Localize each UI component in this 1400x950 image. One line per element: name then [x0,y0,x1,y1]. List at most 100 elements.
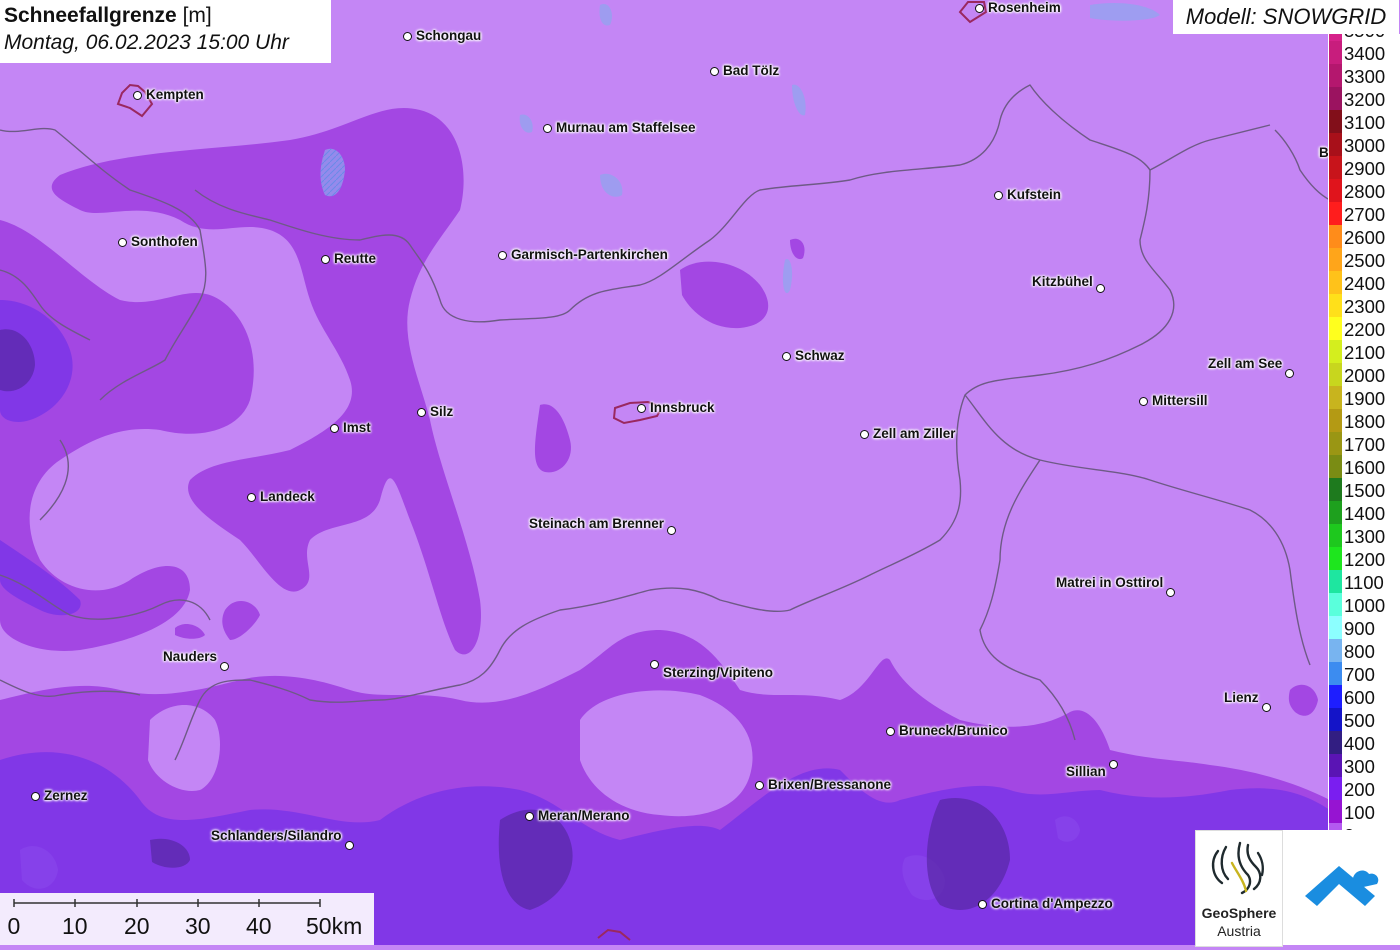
legend-label: 2200 [1344,319,1386,340]
city-label: Bad Tölz [723,63,780,78]
model-label: Modell: SNOWGRID [1173,0,1399,34]
legend-swatch [1329,225,1342,248]
city-label: Steinach am Brenner [529,516,665,531]
map-title: Schneefallgrenze [m] [4,3,327,29]
city-marker [220,662,229,671]
city-marker [994,191,1003,200]
city-marker [118,238,127,247]
map-datetime: Montag, 06.02.2023 15:00 Uhr [4,31,289,54]
legend-swatch [1329,363,1342,386]
city-label: Lienz [1224,690,1259,705]
city-label: Zell am Ziller [873,426,956,441]
city-marker [525,812,534,821]
legend-row: 1900 [1328,386,1400,409]
legend-row: 1800 [1328,409,1400,432]
legend-row: 300 [1328,754,1400,777]
legend-swatch [1329,248,1342,271]
legend-row: 100 [1328,800,1400,823]
legend-label: 2900 [1344,158,1386,179]
city-label: Cortina d'Ampezzo [991,896,1113,911]
city-marker [975,4,984,13]
legend-label: 1200 [1344,549,1386,570]
legend-swatch [1329,593,1342,616]
city-label: Sterzing/Vipiteno [663,665,774,680]
city-label: Nauders [163,649,218,664]
snowfall-limit-map [0,0,1400,945]
legend-swatch [1329,87,1342,110]
legend-swatch [1329,156,1342,179]
legend-swatch [1329,639,1342,662]
legend-swatch [1329,547,1342,570]
scale-label: 50km [306,913,363,939]
city-label: Schongau [416,28,482,43]
legend-label: 3000 [1344,135,1386,156]
legend-row: 3300 [1328,64,1400,87]
city-marker [755,781,764,790]
legend-row: 400 [1328,731,1400,754]
legend-label: 300 [1344,756,1375,777]
legend-swatch [1329,685,1342,708]
city-label: Garmisch-Partenkirchen [511,247,668,262]
legend-row: 2300 [1328,294,1400,317]
legend-label: 200 [1344,779,1375,800]
city-label: Silz [430,404,454,419]
city-label: Bruneck/Brunico [899,723,1008,738]
map-title-main: Schneefallgrenze [4,4,177,27]
scale-label: 0 [7,913,21,939]
city-marker [978,900,987,909]
city-marker [782,352,791,361]
legend-label: 3400 [1344,43,1386,64]
city-marker [345,841,354,850]
city-label: Kitzbühel [1032,274,1093,289]
city-label: Brixen/Bressanone [768,777,892,792]
city-label: Innsbruck [650,400,715,415]
legend-row: 2600 [1328,225,1400,248]
city-label: Kufstein [1007,187,1061,202]
legend-swatch [1329,64,1342,87]
legend-label: 3200 [1344,89,1386,110]
legend-row: 900 [1328,616,1400,639]
city-marker [710,67,719,76]
legend-row: 700 [1328,662,1400,685]
legend-label: 2400 [1344,273,1386,294]
legend-swatch [1329,524,1342,547]
legend-swatch [1329,317,1342,340]
legend-swatch [1329,110,1342,133]
legend-swatch [1329,455,1342,478]
scale-label: 40 [246,913,272,939]
legend-label: 2300 [1344,296,1386,317]
cloud-arrow-icon [1305,866,1379,906]
legend-row: 3200 [1328,87,1400,110]
geosphere-logo: GeoSphere Austria [1195,830,1283,947]
city-label: Schlanders/Silandro [211,828,342,843]
city-label: Landeck [260,489,315,504]
legend-swatch [1329,731,1342,754]
city-label: Zernez [44,788,88,803]
legend-row: 3500 [1328,34,1400,41]
legend-label: 1300 [1344,526,1386,547]
legend-label: 2700 [1344,204,1386,225]
city-marker [330,424,339,433]
city-marker [498,251,507,260]
geosphere-emblem-icon [1211,841,1264,895]
legend-row: 1500 [1328,478,1400,501]
legend-row: 500 [1328,708,1400,731]
legend-row: 1700 [1328,432,1400,455]
city-label: Sonthofen [131,234,198,249]
legend-label: 2600 [1344,227,1386,248]
legend-swatch [1329,777,1342,800]
legend-label: 800 [1344,641,1375,662]
scale-label: 30 [185,913,211,939]
city-label: Schwaz [795,348,845,363]
city-marker [1109,760,1118,769]
city-marker [31,792,40,801]
legend-label: 600 [1344,687,1375,708]
legend-swatch [1329,754,1342,777]
city-marker [637,404,646,413]
scale-label: 10 [62,913,88,939]
geosphere-country: Austria [1217,923,1261,939]
legend-row: 1100 [1328,570,1400,593]
scale-label: 20 [124,913,150,939]
city-marker [650,660,659,669]
city-label: Zell am See [1208,356,1283,371]
